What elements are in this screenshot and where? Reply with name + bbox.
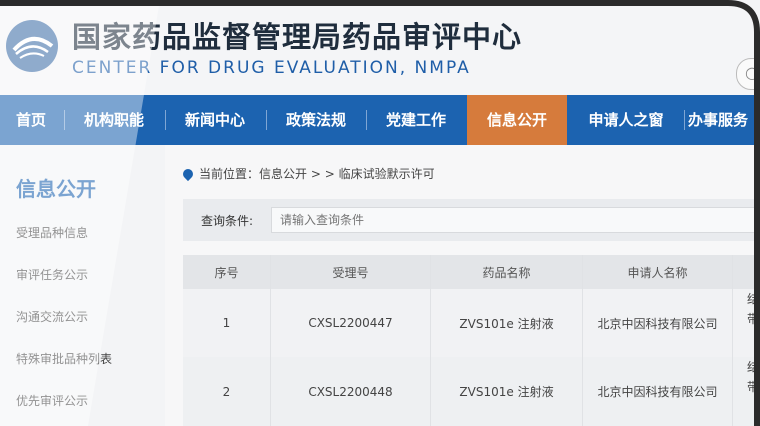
site-title-cn: 国家药品监督管理局药品审评中心 [72,20,523,54]
cell-drug-name: ZVS101e 注射液 [431,289,583,357]
nav-divider [684,110,685,130]
sidebar-title: 信息公开 [16,177,96,201]
query-bar: 查询条件: [183,199,760,241]
search-icon: ○ [745,63,759,82]
cell-extra: 结 带 [733,289,760,357]
query-input[interactable] [271,207,760,233]
sidebar-item-priority-review[interactable]: 优先审评公示 [16,392,88,409]
query-label: 查询条件: [201,214,254,228]
logo-icon[interactable] [6,20,58,72]
cell-extra-line1: 结 [747,292,760,306]
nav-item-home[interactable]: 首页 [0,95,62,145]
cell-accept-no: CXSL2200448 [271,357,431,426]
site-title-en: CENTER FOR DRUG EVALUATION, NMPA [72,58,471,78]
main-content: 当前位置：信息公开 > > 临床试验默示许可 查询条件: 序号 受理号 药品名称… [165,145,760,426]
sidebar: 信息公开 受理品种信息 审评任务公示 沟通交流公示 特殊审批品种列表 优先审评公… [0,145,165,426]
sidebar-item-review-tasks[interactable]: 审评任务公示 [16,266,88,283]
cell-applicant: 北京中因科技有限公司 [583,289,733,357]
nav-divider [266,110,267,130]
column-header-no: 序号 [183,255,271,289]
search-button[interactable]: ○ [736,58,760,90]
cell-extra-line2: 带 [747,312,760,326]
cell-accept-no: CXSL2200447 [271,289,431,357]
column-header-extra [733,255,760,289]
table-row[interactable]: 1 CXSL2200447 ZVS101e 注射液 北京中因科技有限公司 结 带 [183,289,760,357]
cell-extra-line2: 带 [747,380,760,394]
cell-drug-name: ZVS101e 注射液 [431,357,583,426]
table-row[interactable]: 2 CXSL2200448 ZVS101e 注射液 北京中因科技有限公司 结 带 [183,357,760,426]
nav-divider [64,110,65,130]
results-table: 序号 受理号 药品名称 申请人名称 1 CXSL2200447 ZVS101e … [183,255,760,426]
cell-applicant: 北京中因科技有限公司 [583,357,733,426]
nav-item-services[interactable]: 办事服务 [688,95,760,145]
nav-divider [165,110,166,130]
cell-extra: 结 带 [733,357,760,426]
nav-item-party[interactable]: 党建工作 [368,95,464,145]
column-header-applicant: 申请人名称 [583,255,733,289]
breadcrumb-prefix[interactable]: 当前位置：信息公开 [199,167,307,181]
location-pin-icon [180,166,196,182]
breadcrumb: 当前位置：信息公开 > > 临床试验默示许可 [180,165,435,182]
cell-no: 1 [183,289,271,357]
sidebar-item-accepted[interactable]: 受理品种信息 [16,224,88,241]
table-header-row: 序号 受理号 药品名称 申请人名称 [183,255,760,289]
nav-divider [366,110,367,130]
nav-item-functions[interactable]: 机构职能 [66,95,162,145]
cell-extra-line1: 结 [747,360,760,374]
column-header-drug-name: 药品名称 [431,255,583,289]
column-header-accept-no: 受理号 [271,255,431,289]
breadcrumb-separator: > > [310,167,335,181]
nav-item-applicant[interactable]: 申请人之窗 [571,95,681,145]
sidebar-item-communication[interactable]: 沟通交流公示 [16,308,88,325]
main-nav: 首页 机构职能 新闻中心 政策法规 党建工作 信息公开 申请人之窗 办事服务 [0,95,760,145]
site-header: 国家药品监督管理局药品审评中心 CENTER FOR DRUG EVALUATI… [0,0,760,95]
breadcrumb-current: 临床试验默示许可 [338,167,435,181]
nav-item-info-public[interactable]: 信息公开 [467,95,567,145]
sidebar-item-special-approval[interactable]: 特殊审批品种列表 [16,350,112,367]
nav-item-policy[interactable]: 政策法规 [268,95,364,145]
nav-item-news[interactable]: 新闻中心 [167,95,263,145]
cell-no: 2 [183,357,271,426]
